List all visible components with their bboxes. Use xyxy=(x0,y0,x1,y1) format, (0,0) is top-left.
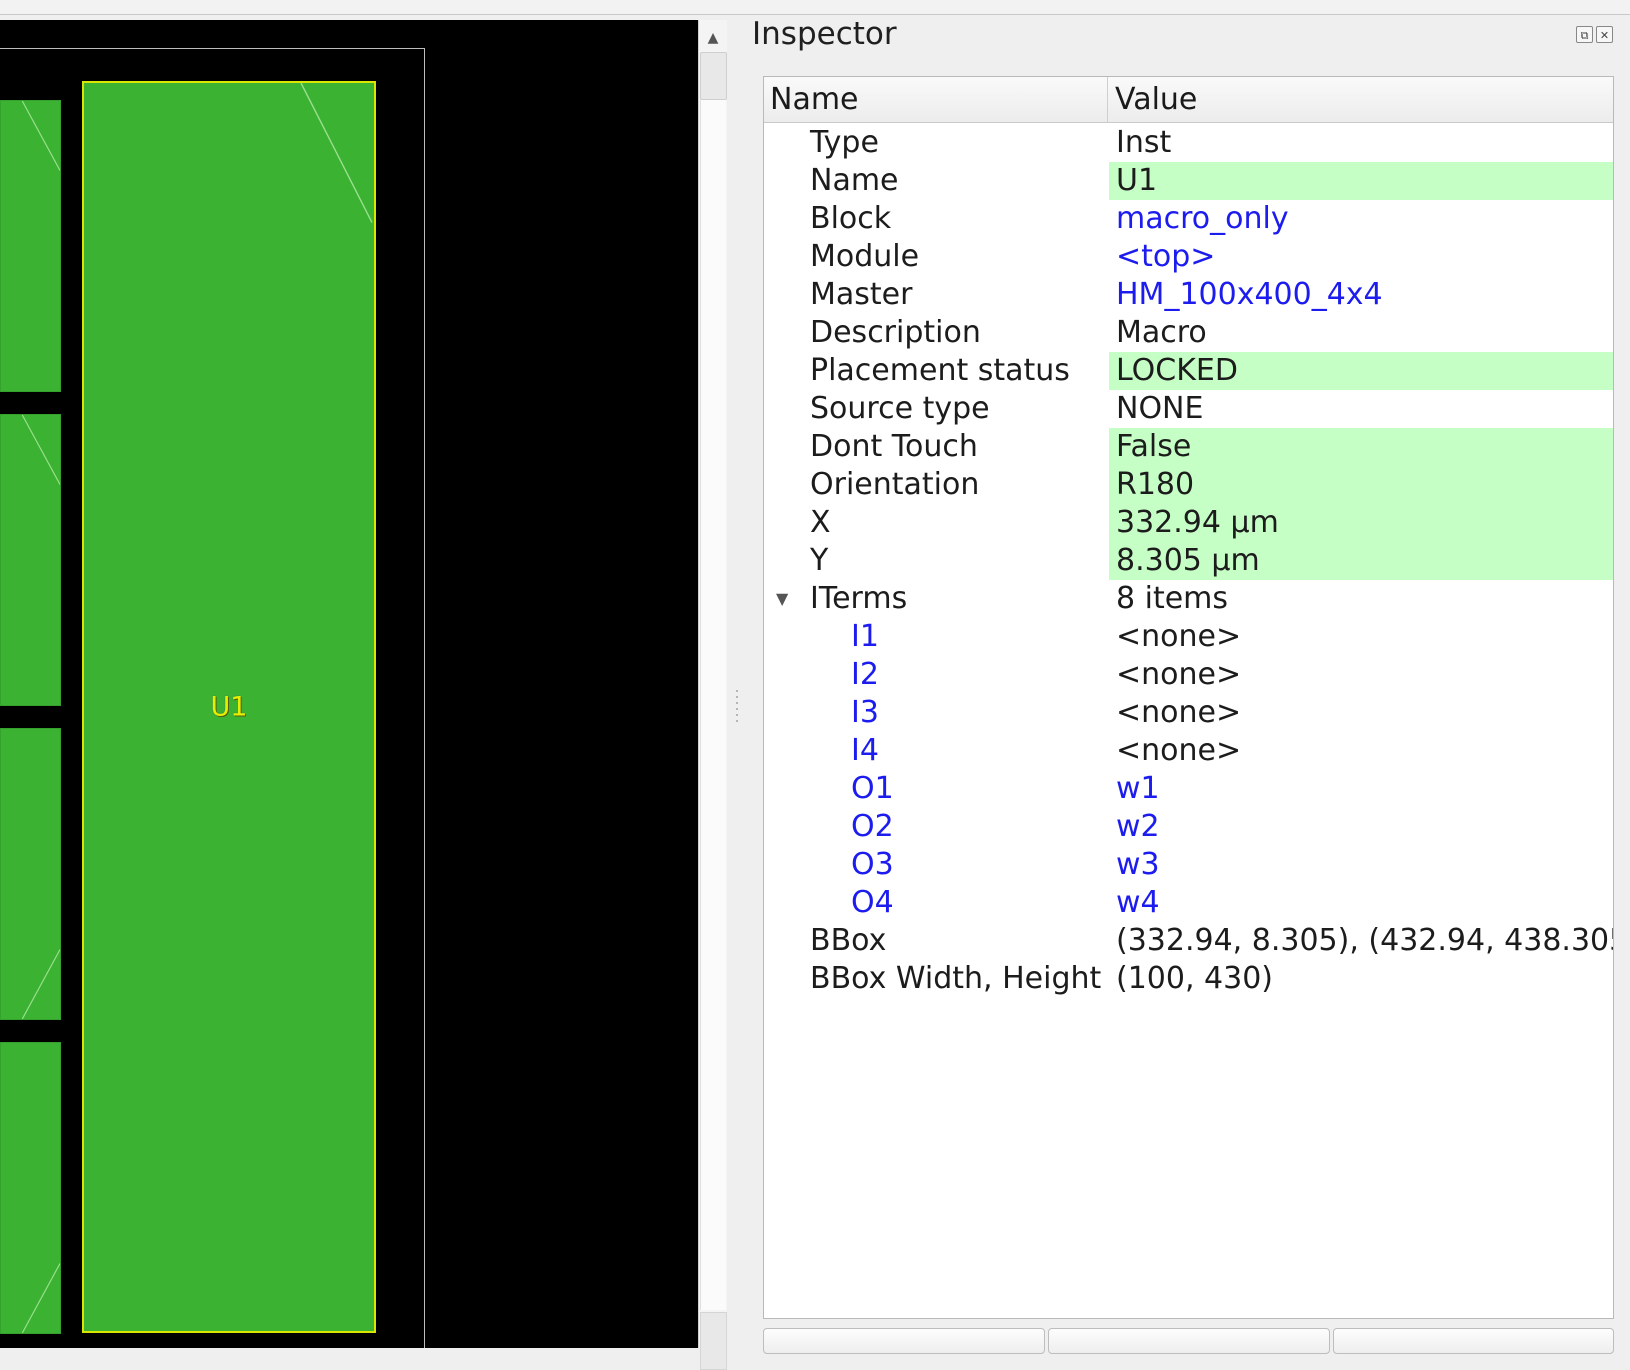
row-iterm[interactable]: I4 <none> xyxy=(764,732,1613,770)
action-button-2[interactable] xyxy=(1048,1328,1330,1354)
macro-instance-selected[interactable]: U1 xyxy=(82,81,376,1333)
net-link[interactable]: w4 xyxy=(1109,884,1613,922)
net-link[interactable]: w2 xyxy=(1109,808,1613,846)
header-name[interactable]: Name xyxy=(764,77,1108,122)
row-label: BBox xyxy=(810,923,887,958)
action-button-3[interactable] xyxy=(1333,1328,1614,1354)
macro-instance[interactable] xyxy=(0,100,61,392)
row-iterm[interactable]: O3 w3 xyxy=(764,846,1613,884)
row-label: Master xyxy=(810,277,913,312)
row-x[interactable]: X 332.94 μm xyxy=(764,504,1613,542)
macro-label: U1 xyxy=(210,691,248,723)
row-label: Module xyxy=(810,239,920,274)
scrollbar-handle[interactable] xyxy=(700,52,727,100)
row-iterm[interactable]: I1 <none> xyxy=(764,618,1613,656)
row-value-link[interactable]: macro_only xyxy=(1109,200,1613,238)
row-value: Macro xyxy=(1116,315,1207,350)
row-module[interactable]: Module <top> xyxy=(764,238,1613,276)
row-value: 8 items xyxy=(1116,581,1229,616)
net-link[interactable]: w3 xyxy=(1109,846,1613,884)
row-label: Name xyxy=(810,163,899,198)
row-iterm[interactable]: O4 w4 xyxy=(764,884,1613,922)
row-source-type[interactable]: Source type NONE xyxy=(764,390,1613,428)
row-value-link[interactable]: <top> xyxy=(1109,238,1613,276)
row-value-editable[interactable]: R180 xyxy=(1109,466,1613,504)
row-iterm[interactable]: I2 <none> xyxy=(764,656,1613,694)
iterm-link[interactable]: O1 xyxy=(851,770,894,808)
row-label: Y xyxy=(810,543,829,578)
row-label: Description xyxy=(810,315,981,350)
row-value-editable[interactable]: False xyxy=(1109,428,1613,466)
iterm-link[interactable]: I2 xyxy=(851,656,879,694)
net-link[interactable]: w1 xyxy=(1109,770,1613,808)
tree-rows: Type Inst Name U1 Block macro_only Module <t… xyxy=(764,124,1613,998)
row-label: Orientation xyxy=(810,467,980,502)
row-value-editable[interactable]: U1 xyxy=(1109,162,1613,200)
iterm-link[interactable]: O3 xyxy=(851,846,894,884)
row-value: <none> xyxy=(1116,657,1242,692)
row-label: Placement status xyxy=(810,353,1070,388)
row-block[interactable]: Block macro_only xyxy=(764,200,1613,238)
row-value: <none> xyxy=(1116,619,1242,654)
iterm-link[interactable]: O4 xyxy=(851,884,894,922)
layout-viewer[interactable]: U1 xyxy=(0,20,698,1348)
row-bbox-size[interactable]: BBox Width, Height (100, 430) xyxy=(764,960,1613,998)
row-label: X xyxy=(810,505,831,540)
row-value-editable[interactable]: 8.305 μm xyxy=(1109,542,1613,580)
row-iterms[interactable]: ▼ ITerms 8 items xyxy=(764,580,1613,618)
row-value: NONE xyxy=(1116,391,1204,426)
row-value-editable[interactable]: LOCKED xyxy=(1109,352,1613,390)
row-value-link[interactable]: HM_100x400_4x4 xyxy=(1109,276,1613,314)
row-type[interactable]: Type Inst xyxy=(764,124,1613,162)
row-value: (100, 430) xyxy=(1116,961,1274,996)
row-label: Block xyxy=(810,201,892,236)
row-placement-status[interactable]: Placement status LOCKED xyxy=(764,352,1613,390)
row-orientation[interactable]: Orientation R180 xyxy=(764,466,1613,504)
row-master[interactable]: Master HM_100x400_4x4 xyxy=(764,276,1613,314)
tree-header: Name Value xyxy=(764,77,1613,123)
row-y[interactable]: Y 8.305 μm xyxy=(764,542,1613,580)
row-value-editable[interactable]: 332.94 μm xyxy=(1109,504,1613,542)
row-value: <none> xyxy=(1116,695,1242,730)
collapse-arrow-icon[interactable]: ▼ xyxy=(776,580,788,618)
row-description[interactable]: Description Macro xyxy=(764,314,1613,352)
row-iterm[interactable]: I3 <none> xyxy=(764,694,1613,732)
macro-instance[interactable] xyxy=(0,414,61,706)
inspector-tree[interactable]: Name Value Type Inst Name U1 Block macro_on… xyxy=(763,76,1614,1319)
scrollbar-lower-handle[interactable] xyxy=(700,1312,727,1370)
window-top-edge xyxy=(0,0,1630,15)
row-name[interactable]: Name U1 xyxy=(764,162,1613,200)
vertical-scrollbar[interactable]: ▲ xyxy=(698,20,727,1370)
row-bbox[interactable]: BBox (332.94, 8.305), (432.94, 438.305) xyxy=(764,922,1613,960)
row-dont-touch[interactable]: Dont Touch False xyxy=(764,428,1613,466)
row-iterm[interactable]: O2 w2 xyxy=(764,808,1613,846)
iterm-link[interactable]: I1 xyxy=(851,618,879,656)
row-label: ITerms xyxy=(810,581,908,616)
action-button-1[interactable] xyxy=(763,1328,1045,1354)
row-label: Dont Touch xyxy=(810,429,978,464)
dock-splitter-handle[interactable] xyxy=(734,690,740,730)
row-value: Inst xyxy=(1116,125,1172,160)
dock-buttons: ⧉ ✕ xyxy=(1576,26,1613,43)
iterm-link[interactable]: O2 xyxy=(851,808,894,846)
inspector-action-buttons xyxy=(763,1328,1614,1354)
macro-instance[interactable] xyxy=(0,728,61,1020)
iterm-link[interactable]: I4 xyxy=(851,732,879,770)
iterm-link[interactable]: I3 xyxy=(851,694,879,732)
row-iterm[interactable]: O1 w1 xyxy=(764,770,1613,808)
scrollbar-track[interactable] xyxy=(700,100,726,1310)
row-value: (332.94, 8.305), (432.94, 438.305) xyxy=(1116,923,1614,958)
inspector-title: Inspector xyxy=(752,16,897,52)
row-label: BBox Width, Height xyxy=(810,961,1102,996)
macro-instance[interactable] xyxy=(0,1042,61,1334)
row-value: <none> xyxy=(1116,733,1242,768)
row-label: Type xyxy=(810,125,879,160)
arrow-up-icon[interactable]: ▲ xyxy=(699,24,727,52)
close-icon[interactable]: ✕ xyxy=(1596,26,1613,43)
float-icon[interactable]: ⧉ xyxy=(1576,26,1593,43)
header-value[interactable]: Value xyxy=(1108,77,1613,122)
row-label: Source type xyxy=(810,391,990,426)
